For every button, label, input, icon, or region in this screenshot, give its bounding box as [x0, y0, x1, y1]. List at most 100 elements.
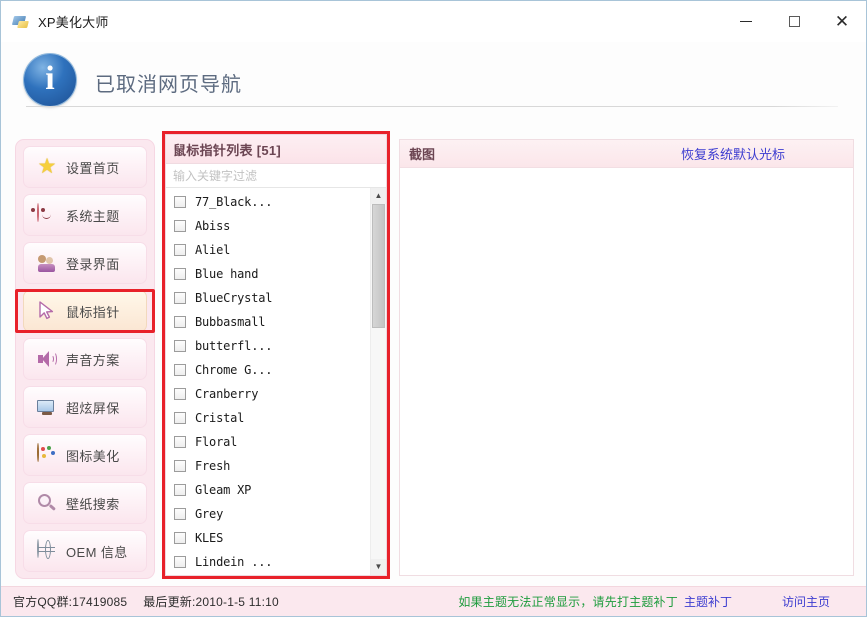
list-item[interactable]: butterfl...	[166, 334, 370, 358]
list-item[interactable]: Blue hand	[166, 262, 370, 286]
sidebar-item-label: 登录界面	[66, 254, 120, 273]
header-divider	[26, 106, 838, 107]
monitor-icon	[36, 396, 58, 418]
cursor-list-title: 鼠标指针列表 [51]	[173, 140, 281, 159]
list-item-label: Bubbasmall	[195, 315, 265, 329]
list-item[interactable]: Abiss	[166, 214, 370, 238]
list-item-label: butterfl...	[195, 339, 272, 353]
preview-panel-title: 截图	[409, 144, 435, 163]
list-item-label: Floral	[195, 435, 237, 449]
sidebar-item-label: 声音方案	[66, 350, 120, 369]
sidebar-item-label: 图标美化	[66, 446, 120, 465]
checkbox[interactable]	[174, 508, 186, 520]
checkbox[interactable]	[174, 532, 186, 544]
chevron-down-icon[interactable]: ▼	[371, 559, 386, 575]
scrollbar-thumb[interactable]	[372, 204, 385, 328]
speaker-icon	[36, 348, 58, 370]
sidebar-item-label: 壁纸搜索	[66, 494, 120, 513]
preview-panel-header: 截图 恢复系统默认光标	[400, 140, 853, 168]
list-item[interactable]: Floral	[166, 430, 370, 454]
sidebar-item-icons[interactable]: 图标美化	[23, 434, 147, 476]
list-item[interactable]: Chrome G...	[166, 358, 370, 382]
sidebar-item-label: 超炫屏保	[66, 398, 120, 417]
list-item-label: BlueCrystal	[195, 291, 272, 305]
list-item-label: Cristal	[195, 411, 244, 425]
sidebar-item-theme[interactable]: 系统主题	[23, 194, 147, 236]
sidebar-item-login[interactable]: 登录界面	[23, 242, 147, 284]
preview-image-area	[400, 168, 853, 575]
filter-box	[166, 164, 386, 188]
status-bar: 官方QQ群:17419085 最后更新:2010-1-5 11:10 如果主题无…	[1, 586, 866, 616]
list-item-label: KLES	[195, 531, 223, 545]
sidebar-item-screensaver[interactable]: 超炫屏保	[23, 386, 147, 428]
checkbox[interactable]	[174, 220, 186, 232]
checkbox[interactable]	[174, 460, 186, 472]
users-icon	[36, 252, 58, 274]
list-item-label: 77_Black...	[195, 195, 272, 209]
list-item-label: Chrome G...	[195, 363, 272, 377]
list-item[interactable]: Cranberry	[166, 382, 370, 406]
checkbox[interactable]	[174, 292, 186, 304]
checkbox[interactable]	[174, 484, 186, 496]
scrollbar-track[interactable]	[371, 204, 386, 559]
sidebar-item-label: 设置首页	[66, 158, 120, 177]
list-item[interactable]: 77_Black...	[166, 190, 370, 214]
sidebar-item-wallpaper[interactable]: 壁纸搜索	[23, 482, 147, 524]
close-icon[interactable]: ✕	[818, 1, 866, 42]
palette-icon	[36, 444, 58, 466]
magnifier-icon	[36, 492, 58, 514]
monkey-face-icon	[36, 204, 58, 226]
list-item[interactable]: Fresh	[166, 454, 370, 478]
checkbox[interactable]	[174, 196, 186, 208]
list-scrollbar[interactable]: ▲ ▼	[370, 188, 386, 575]
title-bar: XP美化大师 ✕	[1, 1, 866, 42]
list-item[interactable]: Gleam XP	[166, 478, 370, 502]
cursor-arrow-icon	[36, 300, 58, 322]
theme-patch-link[interactable]: 主题补丁	[684, 593, 732, 610]
list-item[interactable]: KLES	[166, 526, 370, 550]
sidebar-item-sound[interactable]: 声音方案	[23, 338, 147, 380]
theme-warning-text: 如果主题无法正常显示，请先打主题补丁	[458, 593, 678, 610]
checkbox[interactable]	[174, 364, 186, 376]
checkbox[interactable]	[174, 316, 186, 328]
sidebar: ★ 设置首页 系统主题 登录界面 鼠标指针	[15, 139, 155, 579]
list-item-label: Gleam XP	[195, 483, 251, 497]
list-item-label: Fresh	[195, 459, 230, 473]
sidebar-item-label: OEM 信息	[66, 542, 128, 561]
list-item-label: Cranberry	[195, 387, 258, 401]
checkbox[interactable]	[174, 340, 186, 352]
checkbox[interactable]	[174, 412, 186, 424]
shield-app-icon	[12, 13, 29, 30]
list-item-label: Lindein ...	[195, 555, 272, 569]
sidebar-item-oem[interactable]: OEM 信息	[23, 530, 147, 572]
checkbox[interactable]	[174, 436, 186, 448]
info-circle-icon: i	[24, 54, 76, 106]
list-item[interactable]: BlueCrystal	[166, 286, 370, 310]
qq-group-text: 官方QQ群:17419085	[13, 593, 127, 610]
application-window: XP美化大师 ✕ i 已取消网页导航 ★ 设置首页 系统主题	[0, 0, 867, 617]
sidebar-item-home[interactable]: ★ 设置首页	[23, 146, 147, 188]
sidebar-item-cursor[interactable]: 鼠标指针	[23, 290, 147, 332]
visit-homepage-link[interactable]: 访问主页	[782, 593, 830, 610]
last-updated-text: 最后更新:2010-1-5 11:10	[143, 593, 279, 610]
maximize-icon[interactable]	[770, 1, 818, 42]
restore-default-cursor-link[interactable]: 恢复系统默认光标	[681, 144, 785, 163]
filter-input[interactable]	[173, 169, 379, 183]
checkbox[interactable]	[174, 388, 186, 400]
header-banner: i 已取消网页导航	[1, 42, 866, 124]
list-item[interactable]: Bubbasmall	[166, 310, 370, 334]
globe-icon	[36, 540, 58, 562]
list-item[interactable]: Lindein ...	[166, 550, 370, 574]
star-icon: ★	[36, 156, 58, 178]
checkbox[interactable]	[174, 268, 186, 280]
cursor-list-panel: 鼠标指针列表 [51] 77_Black... Abiss Aliel	[165, 134, 387, 576]
list-item[interactable]: Grey	[166, 502, 370, 526]
list-item[interactable]: Cristal	[166, 406, 370, 430]
checkbox[interactable]	[174, 244, 186, 256]
list-item[interactable]: Aliel	[166, 238, 370, 262]
list-item-label: Aliel	[195, 243, 230, 257]
minimize-icon[interactable]	[722, 1, 770, 42]
checkbox[interactable]	[174, 556, 186, 568]
cursor-list-body: 77_Black... Abiss Aliel Blue hand BlueCr…	[166, 188, 370, 575]
chevron-up-icon[interactable]: ▲	[371, 188, 386, 204]
